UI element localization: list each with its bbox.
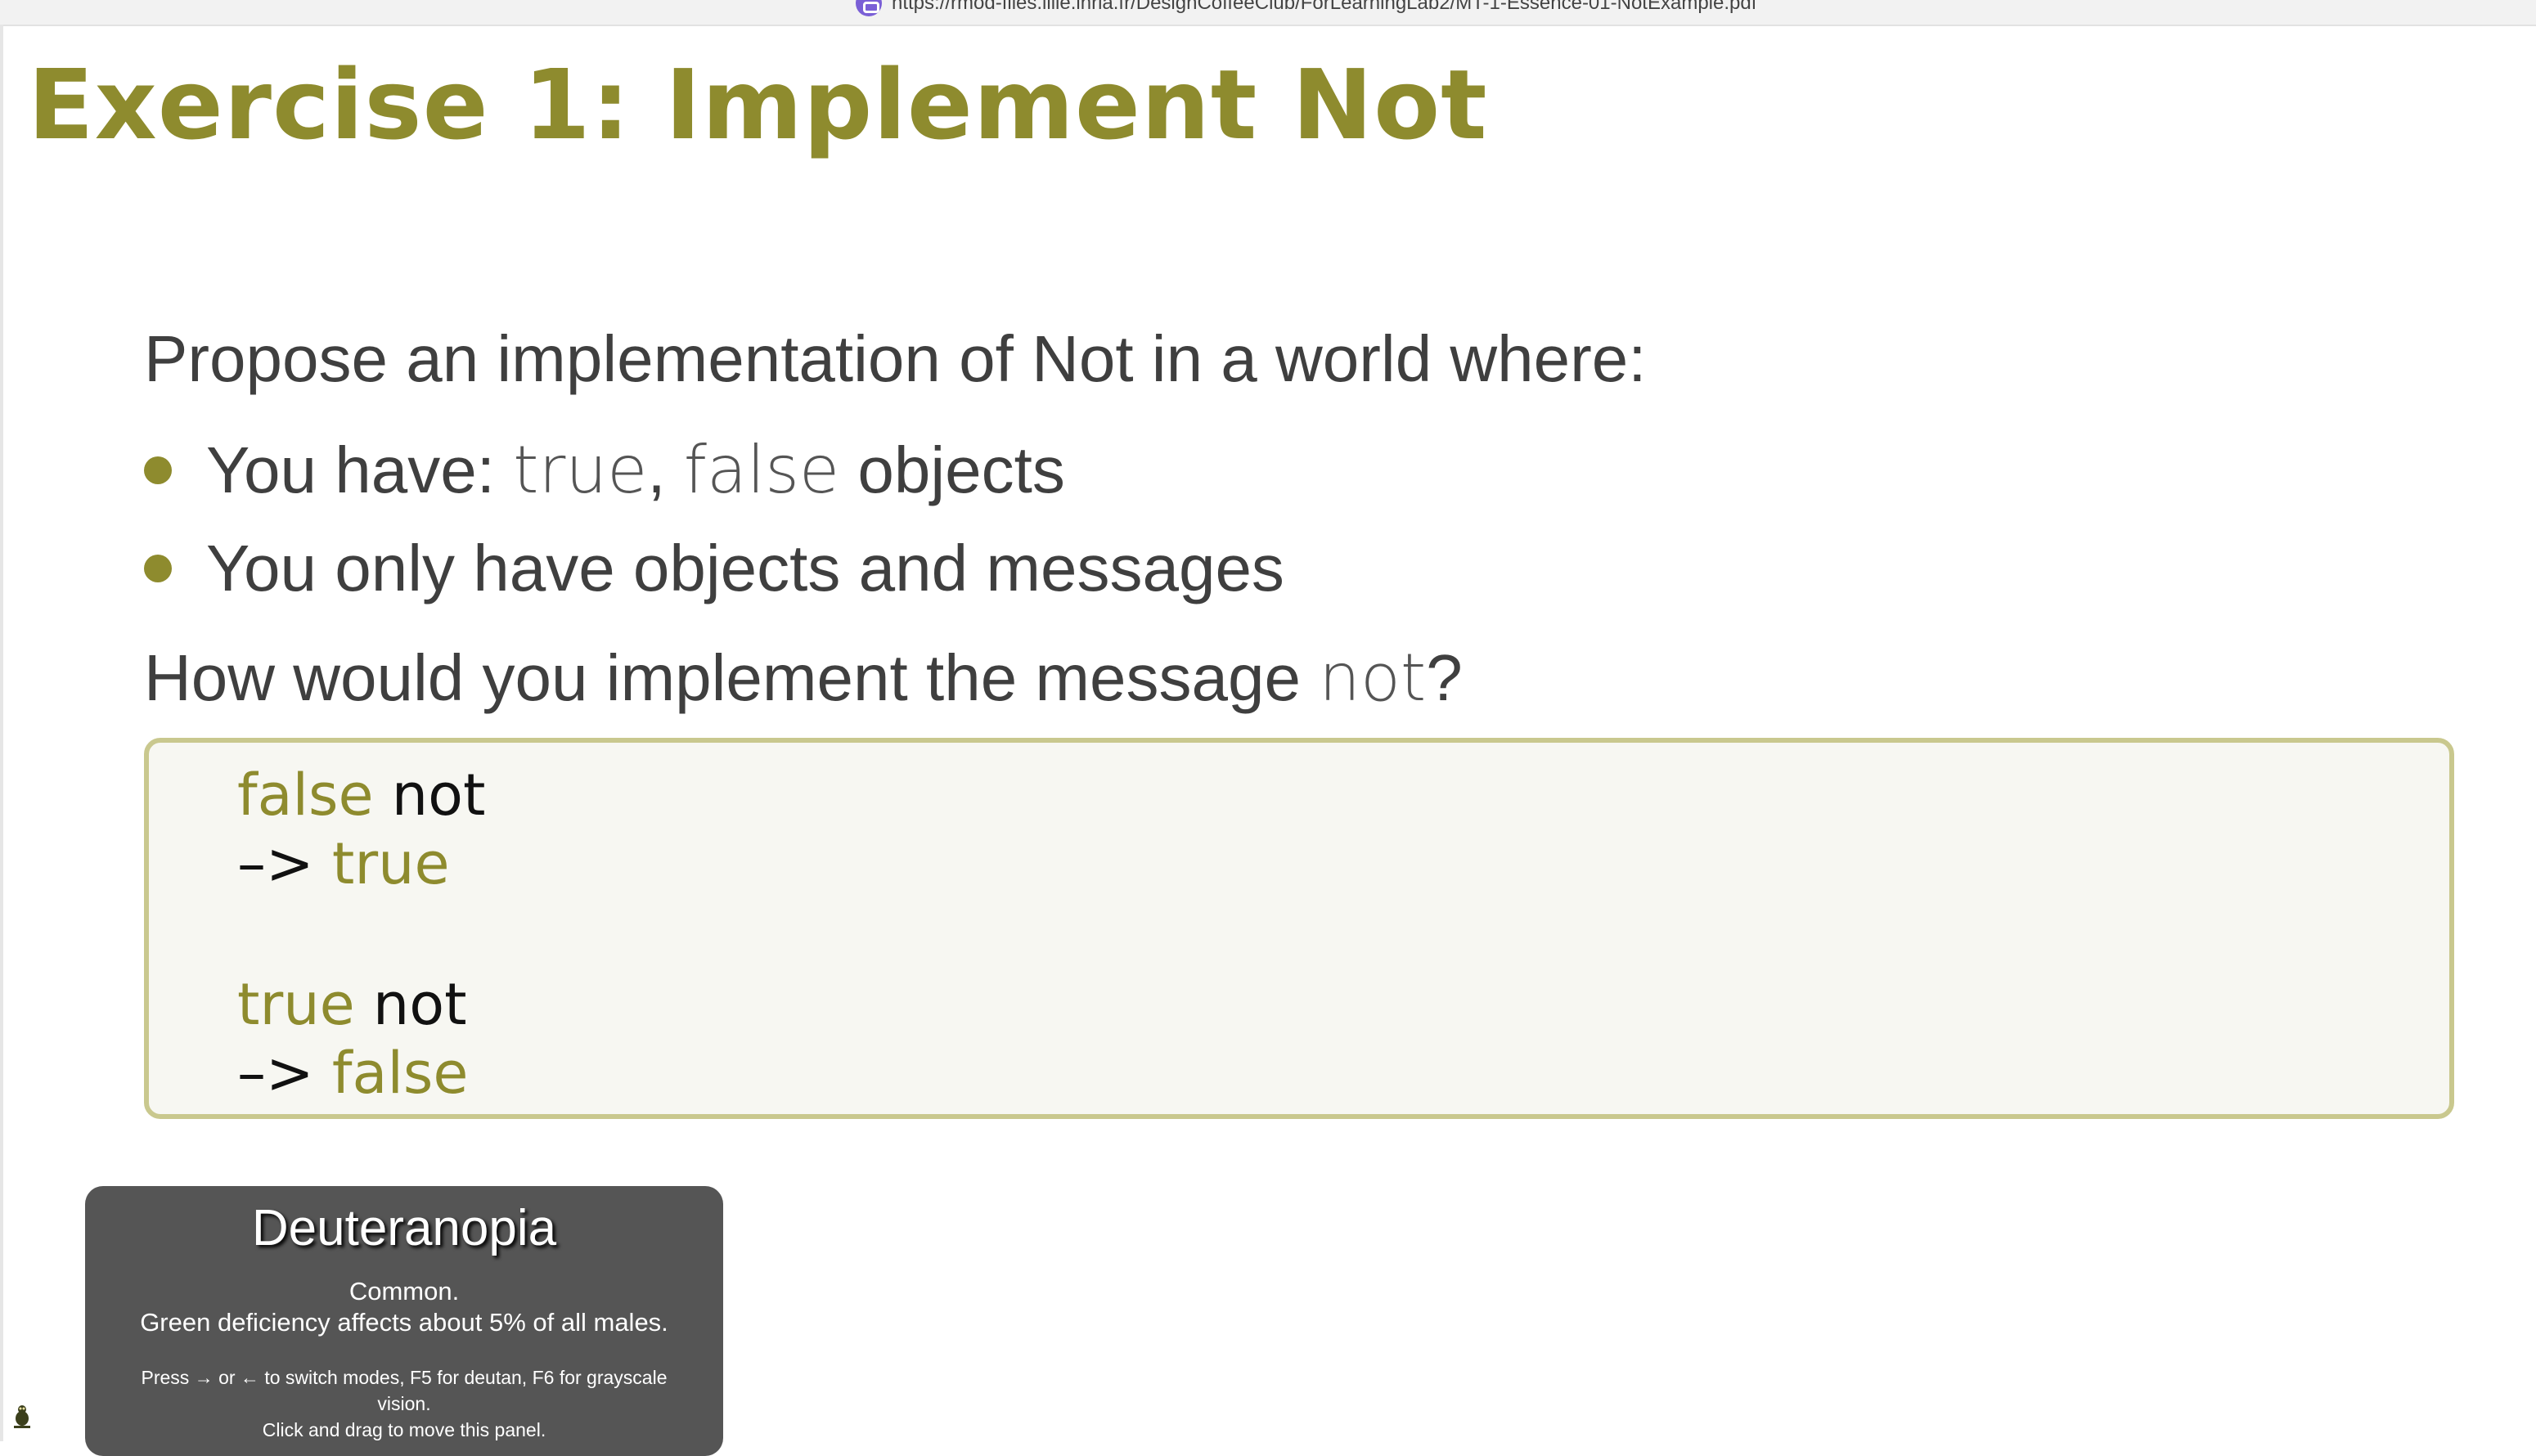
site-icon — [856, 0, 882, 16]
panel-help-text: Press → or ← to switch modes, F5 for deu… — [141, 1367, 668, 1440]
code-true: true — [513, 432, 648, 508]
code-not: not — [1319, 640, 1427, 716]
bullet-text: You only have objects and messages — [206, 532, 1284, 604]
bullet-dot-icon — [144, 456, 172, 484]
question-text: How would you implement the message not? — [144, 640, 1463, 716]
mascot-icon — [14, 1405, 30, 1428]
color-vision-panel[interactable]: Deuteranopia Common. Green deficiency af… — [85, 1186, 723, 1456]
window-edge — [0, 25, 3, 1441]
panel-text: Green deficiency affects about 5% of all… — [140, 1308, 668, 1337]
code-line: –> true — [237, 830, 450, 897]
bullet-dot-icon — [144, 555, 172, 582]
bullet-item-objects: You have: true, false objects — [144, 434, 1065, 507]
code-line: false not — [237, 762, 486, 829]
code-line: true not — [237, 971, 467, 1038]
code-false: false — [683, 432, 840, 508]
browser-url-bar[interactable]: https://rmod-files.lille.inria.fr/Design… — [0, 0, 2536, 26]
bullet-text: You have: true, false objects — [206, 432, 1065, 508]
bullet-item-messages: You only have objects and messages — [144, 532, 1284, 605]
prompt-text: Propose an implementation of Not in a wo… — [144, 322, 1647, 395]
url-text[interactable]: https://rmod-files.lille.inria.fr/Design… — [892, 0, 1756, 15]
code-line: –> false — [237, 1040, 469, 1107]
panel-text: Common. — [348, 1277, 460, 1305]
code-example-box: false not –> true true not –> false — [144, 738, 2454, 1119]
slide-title: Exercise 1: Implement Not — [28, 48, 1488, 161]
panel-title: Deuteranopia — [251, 1200, 557, 1256]
